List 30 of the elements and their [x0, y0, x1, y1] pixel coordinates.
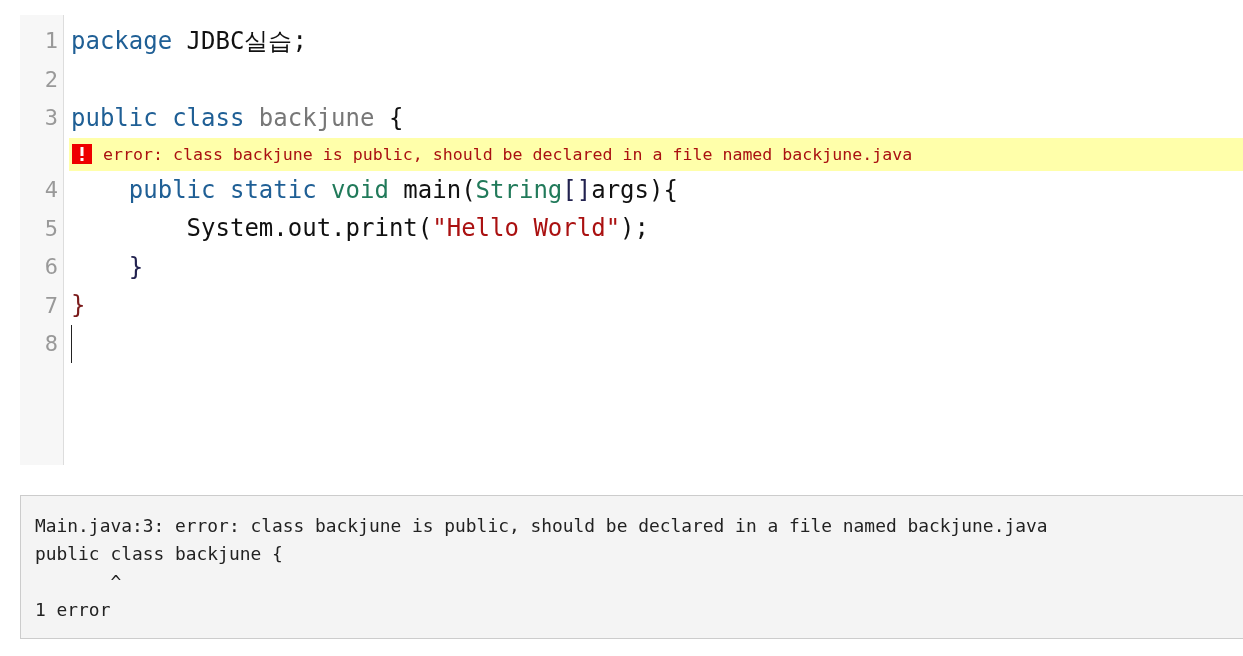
- output-line: Main.java:3: error: class backjune is public, should be declared in a file named backjune.java: [35, 514, 1049, 538]
- output-line: 1 error: [35, 598, 112, 622]
- line-number: 4: [44, 177, 58, 202]
- code-token: System.out.print(: [185, 214, 433, 243]
- code-token: backjune: [257, 104, 375, 133]
- code-token: public static: [127, 175, 317, 204]
- code-token: package: [71, 27, 173, 56]
- line-number: 1: [44, 28, 58, 53]
- code-token: }: [127, 252, 144, 281]
- code-token: main(: [402, 175, 476, 204]
- error-message: error: class backjune is public, should be declared in a file named backjune.java: [103, 144, 913, 164]
- line-number: 8: [44, 331, 58, 356]
- line-number: 6: [44, 254, 58, 279]
- line-number: 2: [44, 66, 58, 92]
- output-line: public class backjune {: [35, 542, 284, 566]
- code-token: );: [620, 214, 649, 243]
- code-token: args){: [591, 175, 678, 204]
- code-token: }: [71, 291, 86, 320]
- line-number: 3: [44, 105, 58, 130]
- code-token: "Hello World": [432, 214, 621, 243]
- output-line: ^: [109, 570, 123, 594]
- code-token: {: [387, 104, 404, 133]
- line-number: 5: [44, 215, 58, 241]
- code-token: void: [330, 175, 389, 204]
- code-token: JDBC실습;: [185, 26, 307, 58]
- code-token: []: [562, 175, 592, 204]
- line-number: 7: [44, 292, 58, 318]
- error-icon: [72, 144, 92, 164]
- code-token: String: [475, 175, 563, 204]
- code-token: public class: [71, 104, 245, 133]
